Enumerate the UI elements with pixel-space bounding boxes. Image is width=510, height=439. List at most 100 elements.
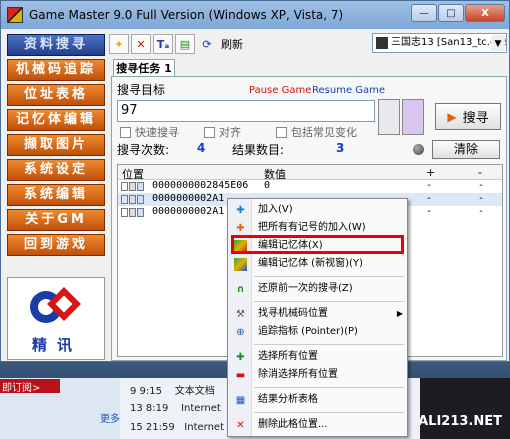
- more-link[interactable]: 更多: [100, 410, 120, 425]
- close-button[interactable]: X: [465, 4, 505, 22]
- file-row[interactable]: 9 9:15 文本文档: [130, 382, 215, 397]
- menu-item-edit-memory-new-window[interactable]: 编辑记忆体 (新视窗)(Y): [228, 255, 409, 273]
- nav-system-edit[interactable]: 系统编辑: [7, 184, 105, 206]
- nav-back-to-game[interactable]: 回到游戏: [7, 234, 105, 256]
- results-header: 位置 数值 + -: [118, 165, 502, 181]
- nav-memory-edit[interactable]: 记忆体编辑: [7, 109, 105, 131]
- search-count-label: 搜寻次数:: [117, 143, 170, 157]
- lock-icon[interactable]: [129, 195, 136, 204]
- type-icon: [137, 195, 144, 204]
- lock-icon[interactable]: [129, 182, 136, 191]
- nav-about[interactable]: 关于GM: [7, 209, 105, 231]
- results-count-label: 结果数目:: [232, 143, 285, 157]
- resume-game-link[interactable]: Resume Game: [312, 85, 385, 96]
- nav-address-table[interactable]: 位址表格: [7, 84, 105, 106]
- row-address: 0000000002845E06: [152, 180, 249, 191]
- search-count-value: 4: [197, 141, 206, 155]
- menu-item-delete[interactable]: ✕ 删除此格位置...: [228, 416, 409, 434]
- file-row[interactable]: 13 8:19 Internet: [130, 403, 221, 414]
- refresh-button[interactable]: 刷新: [221, 36, 243, 52]
- results-count-value: 3: [336, 141, 345, 155]
- tab-search-task-1[interactable]: 搜寻任务 1: [113, 59, 175, 77]
- menu-divider: [254, 301, 404, 302]
- wrench-icon: ⚒: [236, 309, 245, 320]
- highlight-annotation: [231, 235, 404, 254]
- left-nav: 资料搜寻 机械码追踪 位址表格 记忆体编辑 撷取图片 系统设定 系统编辑 关于G…: [7, 34, 105, 259]
- align-checkbox[interactable]: 对齐: [204, 124, 241, 140]
- save-icon[interactable]: ▤: [175, 34, 195, 54]
- clear-button[interactable]: 清除: [432, 140, 500, 159]
- menu-item-select-all[interactable]: ✚ 选择所有位置: [228, 348, 409, 366]
- toolbar: ✦ ✕ Tₐ ▤ ⟳ 刷新 三国志13 [San13_tc.exe PID:13…: [109, 33, 507, 55]
- menu-divider: [254, 412, 404, 413]
- deselect-icon: ▬: [235, 370, 246, 381]
- status-indicator-icon: [413, 144, 424, 155]
- common-changes-checkbox[interactable]: 包括常见变化: [276, 124, 357, 140]
- file-row[interactable]: 15 21:59 Internet: [130, 422, 224, 433]
- type-icon: [137, 208, 144, 217]
- logo-text: 精讯: [31, 336, 82, 354]
- app-icon: [7, 7, 23, 23]
- menu-item-results-table[interactable]: ▦ 结果分析表格: [228, 391, 409, 409]
- menu-divider: [254, 387, 404, 388]
- chevron-down-icon[interactable]: ▼: [491, 35, 505, 51]
- new-search-icon[interactable]: ✦: [109, 34, 129, 54]
- process-select[interactable]: 三国志13 [San13_tc.exe PID:132C] ▼: [372, 33, 507, 53]
- delete-search-icon[interactable]: ✕: [131, 34, 151, 54]
- row-plus[interactable]: -: [426, 193, 432, 204]
- add-marked-icon: ✚: [236, 223, 245, 234]
- column-plus[interactable]: +: [426, 166, 435, 179]
- nav-capture-image[interactable]: 撷取图片: [7, 134, 105, 156]
- target-icon: ⊕: [236, 327, 245, 338]
- title-bar[interactable]: Game Master 9.0 Full Version (Windows XP…: [1, 1, 509, 29]
- menu-item-find-machine-code[interactable]: ⚒ 找寻机械码位置 ▶: [228, 305, 409, 323]
- menu-item-add[interactable]: ✚ 加入(V): [228, 201, 409, 219]
- column-minus[interactable]: -: [478, 166, 482, 179]
- nav-system-settings[interactable]: 系统设定: [7, 159, 105, 181]
- window-title: Game Master 9.0 Full Version (Windows XP…: [29, 8, 344, 22]
- table-row[interactable]: 0000000002845E06 0 - -: [118, 180, 502, 193]
- play-icon: ▶: [447, 109, 457, 124]
- row-address: 0000000002A1: [152, 206, 225, 217]
- lock-icon[interactable]: [129, 208, 136, 217]
- checkbox-icon[interactable]: [121, 182, 128, 191]
- search-button[interactable]: ▶ 搜寻: [435, 103, 501, 130]
- maximize-button[interactable]: □: [438, 4, 464, 22]
- row-minus[interactable]: -: [478, 180, 484, 191]
- fast-search-checkbox[interactable]: 快速搜寻: [120, 124, 179, 140]
- process-icon: [376, 37, 388, 49]
- search-target-label: 搜寻目标: [117, 83, 166, 97]
- watermark: ALI213.NET: [418, 414, 502, 429]
- row-plus[interactable]: -: [426, 206, 432, 217]
- eraser-icon[interactable]: [402, 99, 424, 135]
- undo-icon: ∩: [236, 284, 245, 295]
- logo-mark-icon: [30, 287, 81, 323]
- menu-item-trace-pointer[interactable]: ⊕ 追踪指标 (Pointer)(P): [228, 323, 409, 341]
- row-value[interactable]: 0: [264, 180, 270, 191]
- checkbox-icon[interactable]: [121, 195, 128, 204]
- refresh-icon[interactable]: ⟳: [197, 34, 217, 54]
- menu-item-undo-search[interactable]: ∩ 还原前一次的搜寻(Z): [228, 280, 409, 298]
- row-minus[interactable]: -: [478, 193, 484, 204]
- select-all-icon: ✚: [236, 352, 245, 363]
- add-icon: ✚: [236, 205, 245, 216]
- delete-icon: ✕: [236, 420, 245, 431]
- table-icon: ▦: [235, 395, 246, 406]
- row-minus[interactable]: -: [478, 206, 484, 217]
- search-type-icon[interactable]: [378, 99, 400, 135]
- menu-item-deselect-all[interactable]: ▬ 除消选择所有位置: [228, 366, 409, 384]
- nav-machine-code-trace[interactable]: 机械码追踪: [7, 59, 105, 81]
- checkbox-icon[interactable]: [121, 208, 128, 217]
- text-mode-icon[interactable]: Tₐ: [153, 34, 173, 54]
- type-icon: [137, 182, 144, 191]
- subscribe-link[interactable]: 即订阅>: [0, 379, 60, 394]
- pause-game-link[interactable]: Pause Game: [249, 85, 311, 96]
- menu-divider: [254, 344, 404, 345]
- row-address: 0000000002A1: [152, 193, 225, 204]
- nav-data-search[interactable]: 资料搜寻: [7, 34, 105, 56]
- row-plus[interactable]: -: [426, 180, 432, 191]
- minimize-button[interactable]: —: [411, 4, 437, 22]
- memory-edit-new-icon: [234, 258, 247, 271]
- search-target-input[interactable]: 97: [117, 100, 375, 122]
- process-name: 三国志13 [San13_tc.exe PID:132C]: [391, 37, 507, 48]
